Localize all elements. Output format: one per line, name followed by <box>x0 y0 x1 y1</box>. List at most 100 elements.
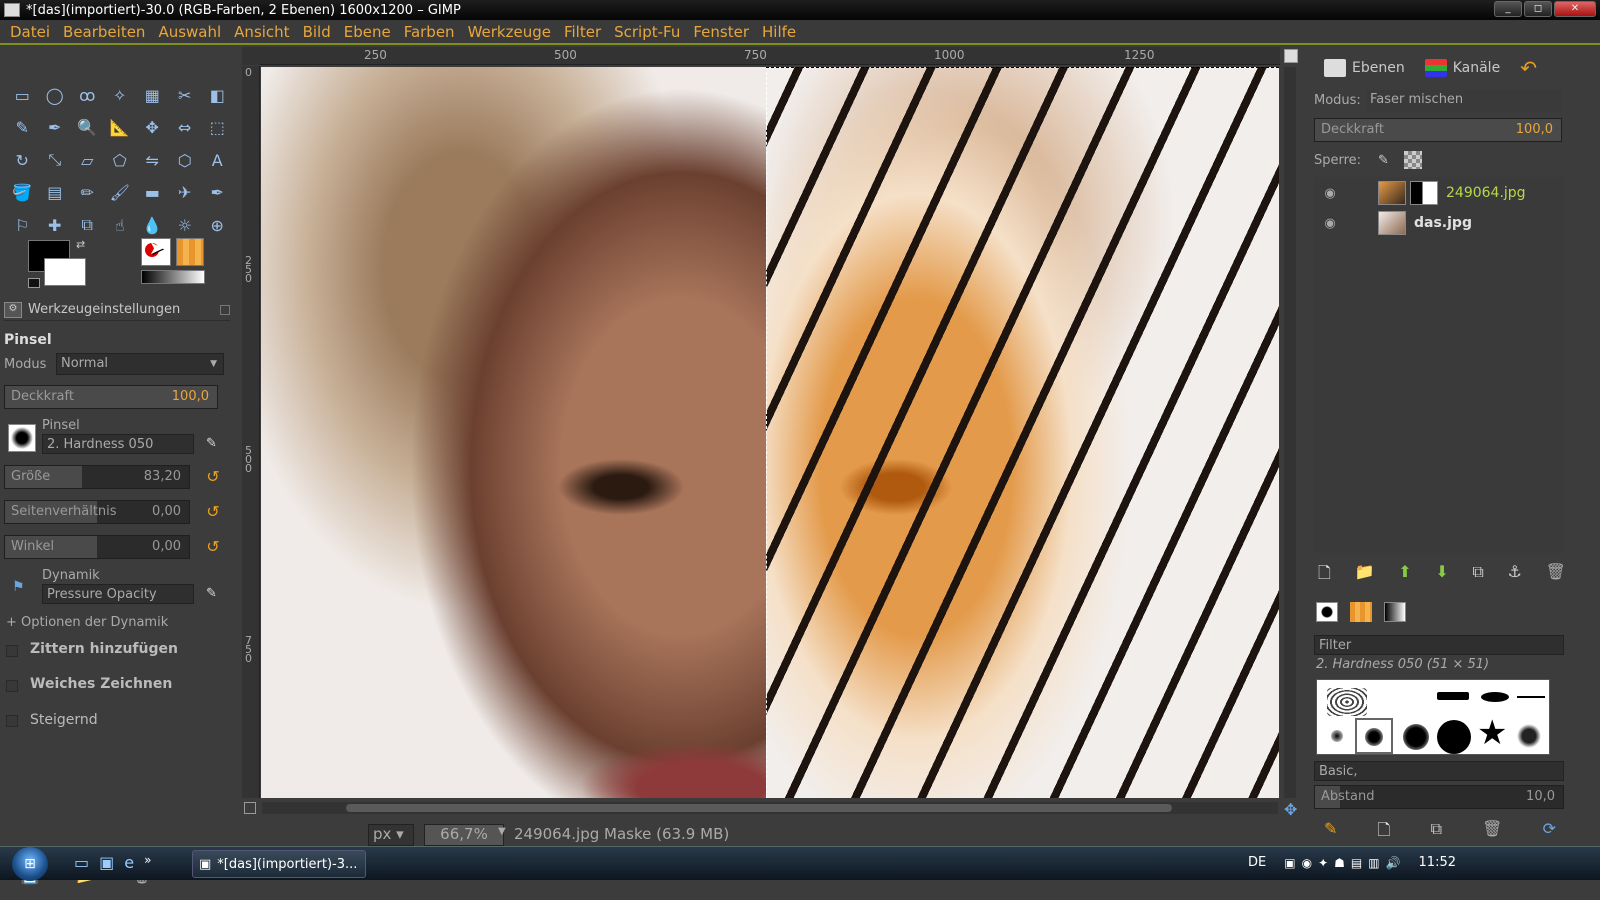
menu-bearbeiten[interactable]: Bearbeiten <box>63 23 145 41</box>
incremental-checkbox[interactable] <box>6 715 18 727</box>
opacity-slider[interactable]: Deckkraft 100,0 <box>4 385 218 409</box>
tab-patterns[interactable] <box>1350 602 1372 622</box>
tab-undo[interactable]: ↶ <box>1512 54 1545 82</box>
aspect-slider[interactable]: Seitenverhältnis 0,00 <box>4 500 190 524</box>
eye-icon[interactable]: ◉ <box>1316 216 1344 231</box>
horizontal-scrollbar[interactable] <box>262 802 1278 814</box>
ellipse-select-tool-icon[interactable]: ◯ <box>39 79 72 112</box>
delete-brush-icon[interactable]: 🗑 <box>1482 819 1502 846</box>
star-brush-icon[interactable]: ★ <box>1477 716 1507 750</box>
menu-script-fu[interactable]: Script-Fu <box>614 23 680 41</box>
dynamics-icon[interactable]: ⚑ <box>12 579 34 599</box>
menu-ansicht[interactable]: Ansicht <box>234 23 289 41</box>
align-tool-icon[interactable]: ⇔ <box>169 112 202 145</box>
raise-layer-icon[interactable]: ⬆ <box>1398 562 1411 589</box>
airbrush-tool-icon[interactable]: ✈ <box>169 177 202 210</box>
duplicate-layer-icon[interactable]: ⧉ <box>1472 562 1483 589</box>
close-button[interactable]: ✕ <box>1554 1 1596 17</box>
cage-tool-icon[interactable]: ⬡ <box>169 144 202 177</box>
dodge-burn-tool-icon[interactable]: ☼ <box>169 209 202 242</box>
layer-mask-thumbnail[interactable] <box>1410 181 1438 205</box>
color-select-tool-icon[interactable]: ▦ <box>136 79 169 112</box>
show-desktop-icon[interactable]: ▭ <box>74 853 89 872</box>
text-tool-icon[interactable]: A <box>201 144 234 177</box>
mode-select[interactable]: Normal ▼ <box>56 353 224 375</box>
default-colors-icon[interactable] <box>28 278 40 288</box>
switch-windows-icon[interactable]: ▣ <box>99 853 114 872</box>
maximize-button[interactable]: ◻ <box>1524 1 1552 17</box>
smudge-tool-icon[interactable]: ☝ <box>104 209 137 242</box>
vertical-scrollbar[interactable] <box>1284 67 1296 798</box>
menu-fenster[interactable]: Fenster <box>693 23 749 41</box>
brush-item[interactable] <box>1437 692 1469 700</box>
brush-name-field[interactable]: 2. Hardness 050 <box>42 434 194 454</box>
foreground-select-tool-icon[interactable]: ◧ <box>201 79 234 112</box>
brush-item[interactable] <box>1437 720 1471 754</box>
menu-hilfe[interactable]: Hilfe <box>762 23 796 41</box>
tab-brushes[interactable] <box>1316 602 1338 622</box>
brush-item[interactable] <box>1331 730 1343 742</box>
brush-item[interactable] <box>1481 692 1509 702</box>
swap-colors-icon[interactable]: ⇄ <box>76 238 85 251</box>
lock-pixels-icon[interactable]: ✎ <box>1378 153 1389 168</box>
pattern-swatch[interactable] <box>176 238 204 266</box>
pencil-tool-icon[interactable]: ✏ <box>71 177 104 210</box>
delete-layer-icon[interactable]: 🗑 <box>1546 562 1566 589</box>
reset-size-icon[interactable]: ↺ <box>204 468 222 486</box>
brush-item[interactable] <box>1403 724 1429 750</box>
tray-icon[interactable]: ✦ <box>1318 856 1328 870</box>
menu-datei[interactable]: Datei <box>10 23 50 41</box>
tab-channels[interactable]: Kanäle <box>1417 54 1508 82</box>
perspective-clone-tool-icon[interactable]: ⧉ <box>71 209 104 242</box>
unified-transform-tool-icon[interactable]: ⊕ <box>201 209 234 242</box>
volume-icon[interactable]: 🔊 <box>1386 856 1401 870</box>
scrollbar-thumb[interactable] <box>346 804 1172 812</box>
selected-brush-item[interactable] <box>1355 718 1393 754</box>
menu-bild[interactable]: Bild <box>303 23 331 41</box>
brush-preview[interactable] <box>8 424 36 452</box>
new-brush-icon[interactable]: 🗋 <box>1378 819 1391 846</box>
brush-item[interactable] <box>1327 688 1367 716</box>
menu-ebene[interactable]: Ebene <box>344 23 391 41</box>
chevron-down-icon[interactable]: ▼ <box>498 826 506 837</box>
background-color[interactable] <box>44 258 86 286</box>
flip-tool-icon[interactable]: ⇋ <box>136 144 169 177</box>
dynamics-options-expander[interactable]: + Optionen der Dynamik <box>6 615 168 630</box>
anchor-layer-icon[interactable]: ⚓ <box>1508 562 1522 589</box>
color-picker-tool-icon[interactable]: ✒ <box>39 112 72 145</box>
internet-explorer-icon[interactable]: e <box>124 853 134 872</box>
free-select-tool-icon[interactable]: ꝏ <box>71 79 104 112</box>
reset-aspect-icon[interactable]: ↺ <box>204 503 222 521</box>
jitter-checkbox[interactable] <box>6 645 18 657</box>
scale-tool-icon[interactable]: ⤡ <box>39 144 72 177</box>
menu-werkzeuge[interactable]: Werkzeuge <box>468 23 551 41</box>
lock-alpha-icon[interactable] <box>1404 151 1422 169</box>
brush-tag-field[interactable]: Basic, <box>1314 761 1564 781</box>
scissors-tool-icon[interactable]: ✂ <box>169 79 202 112</box>
angle-slider[interactable]: Winkel 0,00 <box>4 535 190 559</box>
menu-filter[interactable]: Filter <box>564 23 601 41</box>
dynamics-field[interactable]: Pressure Opacity <box>42 584 194 604</box>
brush-filter-field[interactable]: Filter <box>1314 635 1564 655</box>
brush-item[interactable] <box>1517 696 1545 698</box>
shear-tool-icon[interactable]: ▱ <box>71 144 104 177</box>
horizontal-ruler[interactable]: 250 500 750 1000 1250 <box>260 47 1280 65</box>
start-button[interactable]: ⊞ <box>12 847 48 881</box>
tray-icon[interactable]: ◉ <box>1302 856 1312 870</box>
new-layer-group-icon[interactable]: 📁 <box>1355 562 1375 589</box>
minimize-button[interactable]: _ <box>1494 1 1522 17</box>
tab-layers[interactable]: Ebenen <box>1316 54 1413 82</box>
tab-menu-icon[interactable] <box>220 304 230 315</box>
paintbrush-tool-icon[interactable]: 🖌 <box>104 177 137 210</box>
spacing-slider[interactable]: Abstand 10,0 <box>1314 785 1564 809</box>
tray-icon[interactable]: ▣ <box>1284 856 1295 870</box>
layer-opacity-slider[interactable]: Deckkraft 100,0 <box>1314 118 1562 142</box>
more-icon[interactable]: » <box>144 853 151 872</box>
menu-arrow-icon[interactable] <box>1284 49 1298 63</box>
duplicate-brush-icon[interactable]: ⧉ <box>1431 819 1442 846</box>
size-slider[interactable]: Größe 83,20 <box>4 465 190 489</box>
brush-grid[interactable]: ★ <box>1316 679 1550 755</box>
zoom-select[interactable]: 66,7% <box>424 824 504 846</box>
heal-tool-icon[interactable]: ✚ <box>39 209 72 242</box>
brush-item[interactable] <box>1517 724 1541 748</box>
